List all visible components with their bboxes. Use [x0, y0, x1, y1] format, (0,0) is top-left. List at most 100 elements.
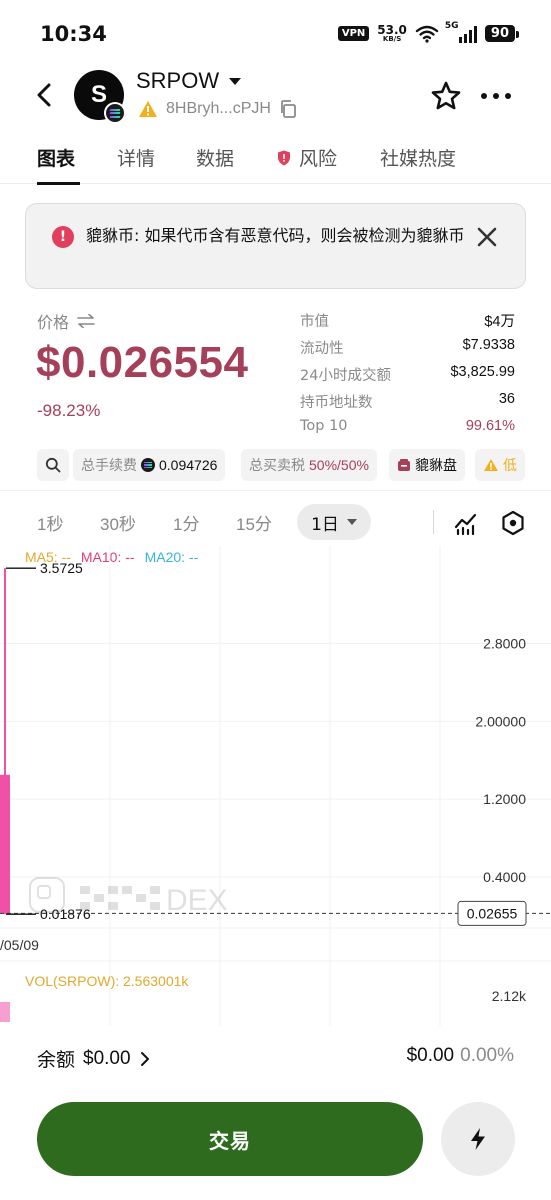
tab-chart[interactable]: 图表 [37, 144, 75, 171]
tab-details[interactable]: 详情 [117, 144, 155, 171]
y-tick-label: 2.8000 [483, 635, 526, 651]
more-options-icon[interactable] [478, 80, 514, 112]
volume-bar [0, 1002, 10, 1022]
alert-icon: ! [52, 226, 74, 248]
warning-chip[interactable]: 低 [475, 449, 525, 481]
token-header: S SRPOW 8HBryh...cPJH [0, 66, 551, 130]
price-label-text: 价格 [37, 313, 70, 332]
balance-value: $0.00 0.00% [407, 1045, 514, 1067]
balance-pct: 0.00% [460, 1045, 514, 1066]
stat-24h-volume: 24小时成交额 $3,825.99 [300, 362, 515, 389]
back-arrow-icon[interactable] [30, 80, 60, 110]
signal-icon: 5G [445, 21, 477, 43]
network-speed: 53.0 KB/S [377, 24, 407, 43]
indicator-icon[interactable] [453, 510, 479, 536]
timeframe-15m[interactable]: 15分 [236, 510, 272, 535]
tab-risk-label: 风险 [299, 148, 338, 170]
quick-trade-button[interactable] [441, 1102, 515, 1176]
honeypot-icon [398, 459, 410, 471]
buy-sell-tax-chip[interactable]: 总买卖税 50%/50% [241, 449, 377, 481]
volume-label: VOL(SRPOW): 2.563001k [25, 973, 189, 989]
tab-bar: 图表 详情 数据 风险 社媒热度 [0, 140, 551, 185]
y-tick-label: 0.4000 [483, 869, 526, 885]
chart-canvas: 2.8000 2.00000 1.2000 0.4000 DEX 3.5725 0.01… [0, 546, 551, 1026]
tab-risk[interactable]: 风险 [277, 144, 337, 171]
honeypot-alert: ! 貔貅币: 如果代币含有恶意代码，则会被检测为貔貅币 [25, 203, 526, 289]
price-marks: 3.5725 0.01876 0.02655 [0, 560, 551, 926]
stat-label: 市值 [300, 314, 329, 330]
balance-summary[interactable]: 余额 $0.00 [37, 1045, 151, 1072]
status-bar: 10:34 VPN 53.0 KB/S 5G 90 [0, 0, 551, 66]
active-tab-indicator [37, 182, 80, 185]
timeframe-1s[interactable]: 1秒 [37, 510, 63, 535]
status-time: 10:34 [40, 22, 107, 46]
lightning-icon [471, 1128, 485, 1150]
tab-social[interactable]: 社媒热度 [380, 144, 456, 171]
battery-indicator: 90 [484, 25, 520, 42]
timeframe-selector: 1秒 30秒 1分 15分 1日 [0, 504, 551, 540]
balance-amount: $0.00 [83, 1047, 131, 1069]
candles [0, 568, 10, 915]
wifi-icon [415, 25, 439, 43]
close-icon[interactable] [474, 224, 500, 250]
y-tick-label: 2.00000 [475, 713, 526, 729]
honeypot-chip[interactable]: 貔貅盘 [389, 449, 465, 481]
network-speed-unit: KB/S [382, 35, 402, 43]
candle-body [0, 774, 10, 914]
caret-down-icon [229, 77, 242, 85]
solana-chain-icon [104, 102, 126, 124]
low-price-label: 0.01876 [40, 906, 91, 922]
total-fee-chip[interactable]: 总手续费 0.094726 [73, 449, 226, 481]
swap-icon[interactable] [77, 314, 95, 328]
search-icon [45, 457, 61, 473]
stat-liquidity: 流动性 $7.9338 [300, 335, 515, 362]
trade-button[interactable]: 交易 [37, 1102, 423, 1176]
stat-label: 持币地址数 [300, 395, 373, 411]
stat-holders: 持币地址数 36 [300, 389, 515, 416]
y-axis: 2.8000 2.00000 1.2000 0.4000 [0, 635, 551, 885]
price-label: 价格 [37, 309, 95, 333]
toolbar-separator [433, 510, 434, 534]
volume-bars [0, 1002, 10, 1022]
stat-value: $7.9338 [462, 337, 515, 353]
current-price-label: 0.02655 [467, 905, 518, 921]
section-divider [0, 490, 551, 491]
tax-label: 总买卖税 [249, 458, 305, 474]
timeframe-selected-label: 1日 [311, 514, 339, 535]
chevron-right-icon [140, 1051, 149, 1066]
star-icon[interactable] [430, 80, 462, 112]
balance-row[interactable]: 余额 $0.00 $0.00 0.00% [0, 1040, 551, 1076]
timeframe-1d[interactable]: 1日 [297, 504, 371, 540]
caret-down-icon [346, 519, 357, 525]
settings-hexagon-icon[interactable] [500, 510, 526, 536]
solana-icon [141, 458, 155, 472]
timeframe-30s[interactable]: 30秒 [100, 510, 136, 535]
stat-value: 36 [498, 391, 515, 407]
stat-value: $3,825.99 [450, 364, 515, 380]
price-change: -98.23% [37, 401, 101, 420]
info-chips: 总手续费 0.094726 总买卖税 50%/50% 貔貅盘 低 [37, 449, 551, 481]
warning-icon [484, 459, 498, 471]
warning-chip-label: 低 [503, 458, 517, 474]
total-fee-label: 总手续费 [81, 458, 137, 474]
timeframe-1m[interactable]: 1分 [173, 510, 199, 535]
chart-grid [0, 546, 551, 1026]
stat-value: $4万 [484, 314, 515, 330]
tab-data[interactable]: 数据 [196, 144, 234, 171]
vpn-badge: VPN [337, 26, 370, 41]
status-icons: VPN 53.0 KB/S 5G 90 [337, 21, 520, 43]
token-address: 8HBryh...cPJH [166, 100, 271, 117]
stat-label: Top 10 [300, 418, 348, 434]
copy-icon[interactable] [279, 100, 297, 118]
stat-market-cap: 市值 $4万 [300, 308, 515, 335]
stat-top10: Top 10 99.61% [300, 416, 515, 443]
stat-label: 流动性 [300, 341, 344, 357]
stat-value: 99.61% [465, 418, 515, 434]
token-stats: 市值 $4万 流动性 $7.9338 24小时成交额 $3,825.99 持币地… [300, 308, 515, 443]
search-chip[interactable] [37, 449, 69, 481]
warning-icon [139, 101, 157, 117]
honeypot-label: 貔貅盘 [415, 457, 457, 473]
token-selector[interactable]: SRPOW [136, 68, 242, 94]
price-chart[interactable]: MA5: -- MA10: -- MA20: -- 2.8000 2.00000 1… [0, 546, 551, 1026]
stat-label: 24小时成交额 [300, 368, 391, 384]
